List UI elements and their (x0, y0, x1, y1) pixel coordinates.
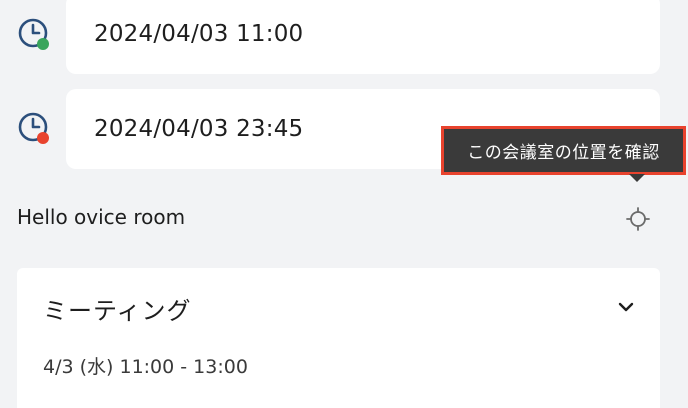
tooltip-text: この会議室の位置を確認 (467, 143, 660, 163)
room-name: Hello ovice room (17, 205, 186, 229)
tooltip-arrow (629, 174, 645, 182)
end-clock-icon (18, 112, 49, 144)
start-time-value: 2024/04/03 11:00 (94, 21, 304, 47)
start-time-field[interactable]: 2024/04/03 11:00 (66, 0, 660, 74)
crosshair-icon[interactable] (625, 206, 651, 232)
meeting-title: ミーティング (43, 297, 192, 325)
start-clock-icon (18, 18, 49, 50)
locate-room-tooltip: この会議室の位置を確認 (441, 126, 686, 175)
end-time-value: 2024/04/03 23:45 (94, 116, 304, 142)
chevron-down-icon[interactable] (615, 296, 637, 318)
meeting-card[interactable]: ミーティング 4/3 (水) 11:00 - 13:00 (17, 268, 660, 408)
meeting-time: 4/3 (水) 11:00 - 13:00 (43, 356, 248, 378)
